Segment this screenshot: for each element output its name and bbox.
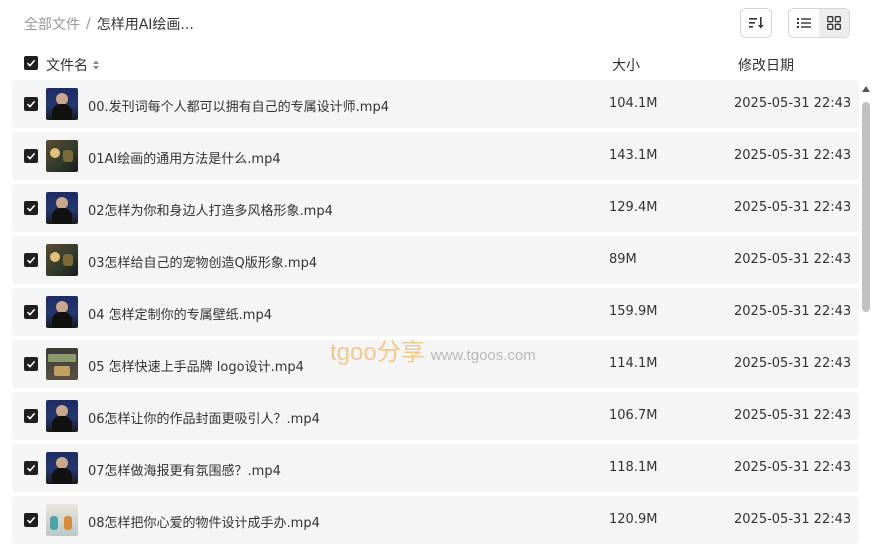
file-name[interactable]: 07怎样做海报更有氛围感？.mp4 [88,460,281,479]
video-thumbnail [46,296,78,328]
file-row[interactable]: 01AI绘画的通用方法是什么.mp4 143.1M 2025-05-31 22:43 [12,132,859,180]
row-checkbox[interactable] [24,357,38,371]
file-name[interactable]: 01AI绘画的通用方法是什么.mp4 [88,148,281,167]
checkmark-icon [26,152,36,160]
name-column-label: 文件名 [46,58,88,74]
file-date: 2025-05-31 22:43 [734,408,852,423]
list-view-button[interactable] [789,9,819,37]
file-date: 2025-05-31 22:43 [734,460,852,475]
file-size: 120.9M [609,512,658,527]
toolbar [740,8,850,38]
row-checkbox[interactable] [24,201,38,215]
video-thumbnail [46,400,78,432]
checkmark-icon [26,59,36,67]
video-thumbnail [46,504,78,536]
file-list-header: 文件名 大小 修改日期 [0,52,874,76]
row-checkbox[interactable] [24,253,38,267]
file-name[interactable]: 04 怎样定制你的专属壁纸.mp4 [88,304,272,323]
checkmark-icon [26,412,36,420]
file-size: 104.1M [609,96,658,111]
scroll-up-arrow-icon[interactable] [862,86,870,92]
file-row[interactable]: 08怎样把你心爱的物件设计成手办.mp4 120.9M 2025-05-31 22:… [12,496,859,544]
file-row[interactable]: 04 怎样定制你的专属壁纸.mp4 159.9M 2025-05-31 22:43 [12,288,859,336]
row-checkbox[interactable] [24,513,38,527]
file-size: 118.1M [609,460,658,475]
checkmark-icon [26,360,36,368]
row-checkbox[interactable] [24,461,38,475]
video-thumbnail [46,244,78,276]
file-name[interactable]: 06怎样让你的作品封面更吸引人？.mp4 [88,408,320,427]
checkmark-icon [26,256,36,264]
file-name[interactable]: 02怎样为你和身边人打造多风格形象.mp4 [88,200,333,219]
file-size: 129.4M [609,200,658,215]
file-row[interactable]: 03怎样给自己的宠物创造Q版形象.mp4 89M 2025-05-31 22:43 [12,236,859,284]
row-checkbox[interactable] [24,305,38,319]
scrollbar[interactable] [861,86,871,559]
file-date: 2025-05-31 22:43 [734,200,852,215]
checkmark-icon [26,516,36,524]
scrollbar-thumb[interactable] [862,102,870,312]
size-column-header[interactable]: 大小 [612,55,640,75]
file-size: 89M [609,252,637,267]
video-thumbnail [46,348,78,380]
file-list: 00.发刊词每个人都可以拥有自己的专属设计师.mp4 104.1M 2025-05-… [12,80,859,548]
grid-view-button[interactable] [819,9,849,37]
file-row[interactable]: 05 怎样快速上手品牌 logo设计.mp4 114.1M 2025-05-31 2… [12,340,859,388]
sort-descending-icon [749,17,764,29]
file-name[interactable]: 03怎样给自己的宠物创造Q版形象.mp4 [88,252,317,271]
row-checkbox[interactable] [24,149,38,163]
file-date: 2025-05-31 22:43 [734,252,852,267]
file-name[interactable]: 00.发刊词每个人都可以拥有自己的专属设计师.mp4 [88,96,389,115]
sort-toggle-icon [93,60,99,70]
file-row[interactable]: 06怎样让你的作品封面更吸引人？.mp4 106.7M 2025-05-31 22:… [12,392,859,440]
video-thumbnail [46,452,78,484]
file-size: 159.9M [609,304,658,319]
file-row[interactable]: 02怎样为你和身边人打造多风格形象.mp4 129.4M 2025-05-31 22… [12,184,859,232]
date-column-header[interactable]: 修改日期 [738,55,794,75]
file-name[interactable]: 05 怎样快速上手品牌 logo设计.mp4 [88,356,304,375]
select-all-checkbox[interactable] [24,56,38,70]
breadcrumb-root-link[interactable]: 全部文件 [24,14,80,34]
view-toggle [788,8,850,38]
checkmark-icon [26,100,36,108]
file-date: 2025-05-31 22:43 [734,148,852,163]
checkmark-icon [26,204,36,212]
video-thumbnail [46,192,78,224]
file-size: 114.1M [609,356,658,371]
file-row[interactable]: 00.发刊词每个人都可以拥有自己的专属设计师.mp4 104.1M 2025-05-… [12,80,859,128]
file-size: 106.7M [609,408,658,423]
row-checkbox[interactable] [24,409,38,423]
name-column-header[interactable]: 文件名 [46,55,100,75]
file-name[interactable]: 08怎样把你心爱的物件设计成手办.mp4 [88,512,320,531]
file-date: 2025-05-31 22:43 [734,304,852,319]
row-checkbox[interactable] [24,97,38,111]
checkmark-icon [26,464,36,472]
file-date: 2025-05-31 22:43 [734,96,852,111]
file-date: 2025-05-31 22:43 [734,356,852,371]
video-thumbnail [46,88,78,120]
file-date: 2025-05-31 22:43 [734,512,852,527]
file-row[interactable]: 07怎样做海报更有氛围感？.mp4 118.1M 2025-05-31 22:43 [12,444,859,492]
file-size: 143.1M [609,148,658,163]
sort-button[interactable] [740,8,772,38]
breadcrumb: 全部文件 / 怎样用AI绘画... [24,14,194,34]
checkmark-icon [26,308,36,316]
breadcrumb-separator: / [86,16,91,32]
grid-view-icon [827,16,841,30]
list-view-icon [797,18,811,28]
video-thumbnail [46,140,78,172]
breadcrumb-current: 怎样用AI绘画... [96,17,194,33]
